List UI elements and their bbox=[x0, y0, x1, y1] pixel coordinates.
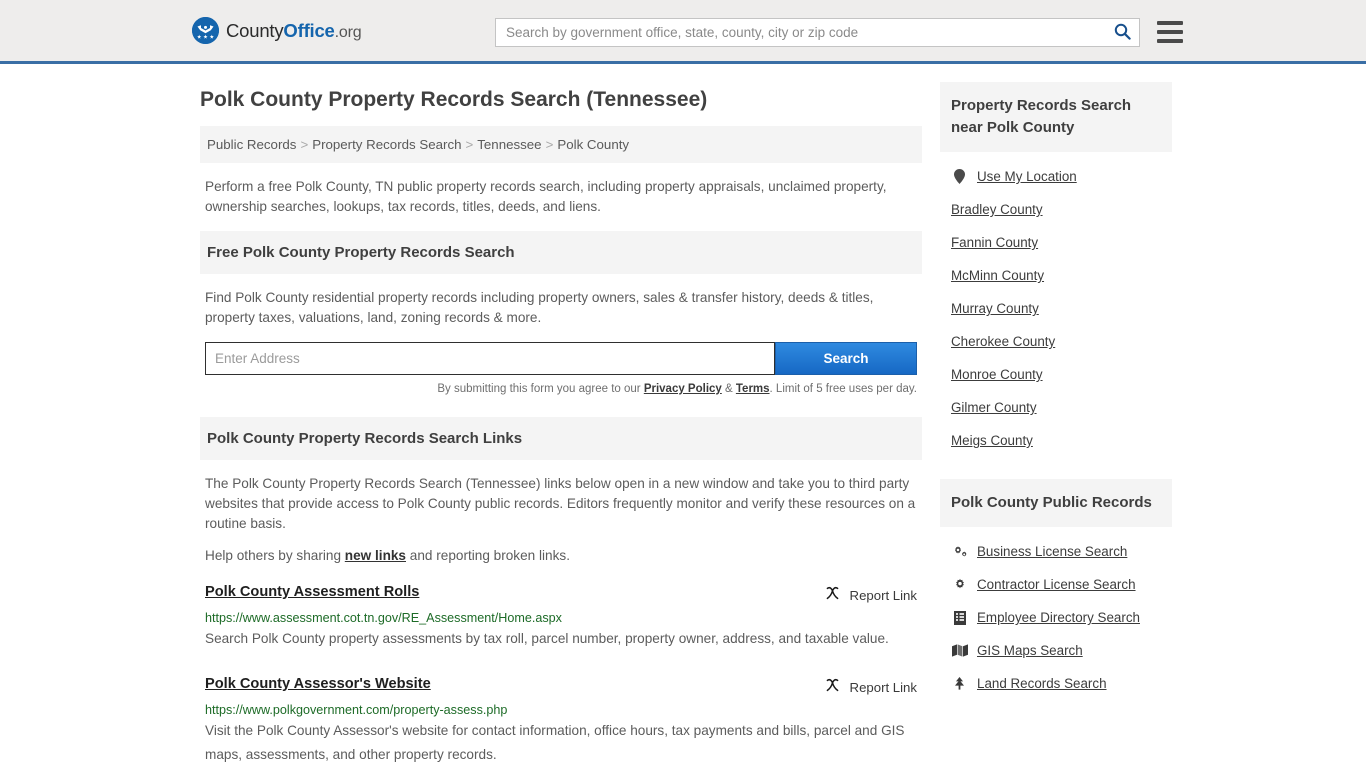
sidebar-public-records-box: Polk County Public Records Business Lice… bbox=[940, 479, 1172, 700]
result-title-link[interactable]: Polk County Assessment Rolls bbox=[205, 584, 824, 600]
disclaimer-prefix: By submitting this form you agree to our bbox=[437, 383, 644, 395]
sidebar-item-label: Use My Location bbox=[977, 169, 1077, 184]
form-disclaimer: By submitting this form you agree to our… bbox=[200, 383, 922, 395]
breadcrumb-item-polk-county[interactable]: Polk County bbox=[557, 137, 629, 152]
address-search-button[interactable]: Search bbox=[775, 342, 917, 375]
help-suffix: and reporting broken links. bbox=[406, 548, 570, 563]
new-links-link[interactable]: new links bbox=[345, 548, 406, 563]
sidebar-item-murray-county[interactable]: Murray County bbox=[940, 292, 1172, 325]
sidebar-item-mcminn-county[interactable]: McMinn County bbox=[940, 259, 1172, 292]
sidebar-public-records-list: Business License Search Contractor Licen… bbox=[940, 527, 1172, 700]
broken-link-icon bbox=[824, 677, 841, 697]
global-search[interactable] bbox=[495, 18, 1140, 47]
page-intro: Perform a free Polk County, TN public pr… bbox=[205, 179, 887, 214]
sidebar: Property Records Search near Polk County… bbox=[940, 64, 1172, 767]
breadcrumb-item-property-records-search[interactable]: Property Records Search bbox=[312, 137, 461, 152]
sidebar-item-label: Employee Directory Search bbox=[977, 610, 1140, 625]
report-link-button[interactable]: Report Link bbox=[824, 584, 917, 605]
countyoffice-eagle-icon bbox=[192, 17, 219, 44]
sidebar-item-land-records-search[interactable]: Land Records Search bbox=[940, 667, 1172, 700]
free-search-heading: Free Polk County Property Records Search bbox=[200, 231, 922, 274]
report-link-label: Report Link bbox=[849, 587, 917, 603]
page-title: Polk County Property Records Search (Ten… bbox=[200, 88, 708, 111]
result-title-link[interactable]: Polk County Assessor's Website bbox=[205, 676, 824, 692]
sidebar-nearby-list: Use My Location Bradley County Fannin Co… bbox=[940, 152, 1172, 457]
logo-office: Office bbox=[283, 19, 335, 41]
breadcrumb-separator: > bbox=[300, 137, 309, 152]
sidebar-item-label: McMinn County bbox=[951, 268, 1045, 283]
sidebar-item-label: Meigs County bbox=[951, 433, 1033, 448]
result-item: Polk County Assessment Rolls Report Link… bbox=[200, 584, 922, 651]
sidebar-item-business-license-search[interactable]: Business License Search bbox=[940, 535, 1172, 568]
map-icon bbox=[951, 644, 968, 657]
broken-link-icon bbox=[824, 585, 841, 605]
sidebar-item-employee-directory-search[interactable]: Employee Directory Search bbox=[940, 601, 1172, 634]
free-search-description: Find Polk County residential property re… bbox=[205, 290, 874, 325]
search-submit-button[interactable] bbox=[1105, 19, 1139, 46]
map-pin-icon bbox=[951, 169, 968, 184]
sidebar-item-bradley-county[interactable]: Bradley County bbox=[940, 193, 1172, 226]
site-logo[interactable]: CountyOffice.org bbox=[192, 17, 362, 44]
sidebar-nearby-box: Property Records Search near Polk County… bbox=[940, 82, 1172, 457]
result-header: Polk County Assessment Rolls Report Link bbox=[205, 584, 917, 605]
sidebar-item-label: Contractor License Search bbox=[977, 577, 1136, 592]
breadcrumb: Public Records > Property Records Search > T… bbox=[200, 126, 922, 163]
book-icon bbox=[951, 610, 968, 625]
result-url[interactable]: https://www.assessment.cot.tn.gov/RE_Ass… bbox=[205, 611, 917, 625]
privacy-policy-link[interactable]: Privacy Policy bbox=[644, 383, 722, 395]
report-link-label: Report Link bbox=[849, 679, 917, 695]
result-url[interactable]: https://www.polkgovernment.com/property-… bbox=[205, 703, 917, 717]
links-section-paragraph: The Polk County Property Records Search … bbox=[205, 476, 916, 531]
disclaimer-amp: & bbox=[721, 383, 736, 395]
result-item: Polk County Assessor's Website Report Li… bbox=[200, 676, 922, 767]
sidebar-item-label: Monroe County bbox=[951, 367, 1043, 382]
hamburger-menu-icon[interactable] bbox=[1157, 21, 1183, 43]
sidebar-item-meigs-county[interactable]: Meigs County bbox=[940, 424, 1172, 457]
sidebar-item-label: Bradley County bbox=[951, 202, 1043, 217]
breadcrumb-separator: > bbox=[465, 137, 474, 152]
search-input[interactable] bbox=[496, 19, 1105, 46]
sidebar-item-use-my-location[interactable]: Use My Location bbox=[940, 160, 1172, 193]
breadcrumb-separator: > bbox=[545, 137, 554, 152]
main-column: Polk County Property Records Search (Ten… bbox=[200, 64, 922, 767]
report-link-button[interactable]: Report Link bbox=[824, 676, 917, 697]
breadcrumb-item-public-records[interactable]: Public Records bbox=[207, 137, 296, 152]
site-logo-text: CountyOffice.org bbox=[226, 19, 362, 42]
site-header: CountyOffice.org bbox=[0, 0, 1366, 64]
result-description: Visit the Polk County Assessor's website… bbox=[205, 723, 905, 762]
address-search-form: Search bbox=[200, 342, 922, 375]
search-icon bbox=[1114, 23, 1131, 43]
sidebar-item-monroe-county[interactable]: Monroe County bbox=[940, 358, 1172, 391]
result-description: Search Polk County property assessments … bbox=[205, 631, 889, 646]
sidebar-nearby-heading: Property Records Search near Polk County bbox=[940, 82, 1172, 152]
logo-county: County bbox=[226, 19, 284, 41]
sidebar-item-gilmer-county[interactable]: Gilmer County bbox=[940, 391, 1172, 424]
sidebar-item-label: Fannin County bbox=[951, 235, 1039, 250]
sidebar-item-label: Gilmer County bbox=[951, 400, 1037, 415]
gears-icon bbox=[951, 545, 968, 559]
sidebar-item-contractor-license-search[interactable]: Contractor License Search bbox=[940, 568, 1172, 601]
sidebar-public-records-heading: Polk County Public Records bbox=[940, 479, 1172, 527]
sidebar-item-label: Cherokee County bbox=[951, 334, 1056, 349]
sidebar-item-fannin-county[interactable]: Fannin County bbox=[940, 226, 1172, 259]
sidebar-item-label: Land Records Search bbox=[977, 676, 1107, 691]
disclaimer-suffix: . Limit of 5 free uses per day. bbox=[769, 383, 917, 395]
help-prefix: Help others by sharing bbox=[205, 548, 345, 563]
tree-icon bbox=[951, 676, 968, 691]
links-section-help: Help others by sharing new links and rep… bbox=[200, 546, 922, 566]
page-body: Polk County Property Records Search (Ten… bbox=[0, 64, 1366, 767]
sidebar-item-gis-maps-search[interactable]: GIS Maps Search bbox=[940, 634, 1172, 667]
sidebar-item-label: Murray County bbox=[951, 301, 1039, 316]
address-input[interactable] bbox=[205, 342, 775, 375]
result-header: Polk County Assessor's Website Report Li… bbox=[205, 676, 917, 697]
sidebar-item-cherokee-county[interactable]: Cherokee County bbox=[940, 325, 1172, 358]
gear-icon bbox=[951, 578, 968, 592]
logo-org: .org bbox=[334, 23, 362, 41]
links-section-heading: Polk County Property Records Search Link… bbox=[200, 417, 922, 460]
terms-link[interactable]: Terms bbox=[736, 383, 770, 395]
sidebar-item-label: GIS Maps Search bbox=[977, 643, 1083, 658]
breadcrumb-item-tennessee[interactable]: Tennessee bbox=[477, 137, 541, 152]
sidebar-item-label: Business License Search bbox=[977, 544, 1128, 559]
